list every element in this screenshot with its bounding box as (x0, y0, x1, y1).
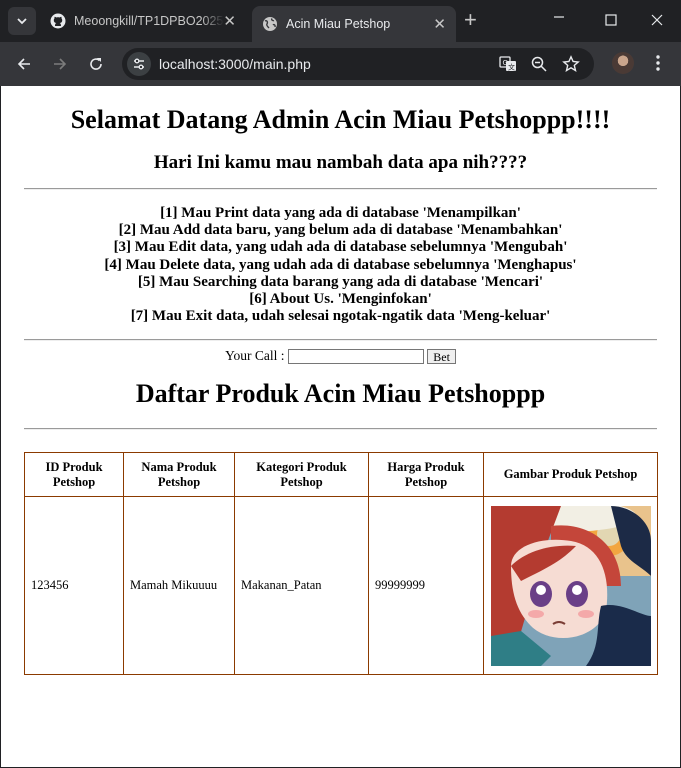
tab-strip: Meoongkill/TP1DPBO2025 ✕ Acin Miau Petsh… (0, 0, 681, 42)
reload-icon[interactable] (84, 52, 108, 76)
menu-item: [1] Mau Print data yang ada di database … (160, 205, 521, 221)
new-tab-button[interactable]: + (464, 9, 477, 31)
window-close-icon[interactable] (651, 13, 663, 31)
divider (24, 339, 657, 341)
menu-list: [1] Mau Print data yang ada di database … (1, 205, 680, 325)
menu-item: [2] Mau Add data baru, yang belum ada di… (118, 222, 563, 239)
back-icon[interactable] (12, 52, 36, 76)
close-tab-icon[interactable]: ✕ (433, 15, 446, 33)
cell-id: 123456 (24, 496, 124, 675)
call-form: Your Call : Bet (1, 348, 680, 365)
url-text: localhost:3000/main.php (159, 56, 311, 72)
product-table: ID Produk Petshop Nama Produk Petshop Ka… (24, 452, 658, 675)
svg-text:文: 文 (508, 63, 515, 72)
menu-item: [7] Mau Exit data, udah selesai ngotak-n… (130, 308, 551, 325)
call-input[interactable] (287, 349, 424, 365)
minimize-icon[interactable] (553, 10, 565, 28)
column-header: Harga Produk Petshop (368, 452, 484, 497)
globe-icon (262, 16, 278, 32)
github-icon (50, 13, 66, 29)
tab-title: Acin Miau Petshop (286, 17, 391, 31)
close-tab-icon[interactable]: ✕ (223, 12, 236, 30)
translate-icon[interactable]: G文 (498, 54, 518, 74)
menu-item: [5] Mau Searching data barang yang ada d… (137, 273, 544, 290)
cell-gambar (483, 496, 658, 675)
page-subtitle: Hari Ini kamu mau nambah data apa nih???… (153, 152, 528, 173)
divider (24, 428, 657, 430)
more-menu-icon[interactable] (650, 53, 666, 73)
cell-harga: 99999999 (368, 496, 484, 675)
tab-title: Meoongkill/TP1DPBO2025 (74, 14, 224, 28)
page-content: Selamat Datang Admin Acin Miau Petshoppp… (1, 86, 680, 767)
column-header: Nama Produk Petshop (123, 452, 235, 497)
call-label: Your Call : (225, 348, 285, 363)
zoom-icon[interactable] (529, 54, 549, 74)
bookmark-star-icon[interactable] (561, 54, 581, 74)
cell-nama: Mamah Mikuuuu (123, 496, 235, 675)
tab-github[interactable]: Meoongkill/TP1DPBO2025 ✕ (42, 6, 246, 36)
profile-avatar[interactable] (612, 52, 634, 74)
maximize-icon[interactable] (605, 13, 617, 31)
menu-item: [4] Mau Delete data, yang udah ada di da… (104, 256, 577, 273)
tab-petshop[interactable]: Acin Miau Petshop ✕ (252, 6, 456, 42)
product-image (490, 505, 651, 666)
bet-button[interactable]: Bet (427, 349, 456, 365)
site-info-icon[interactable] (127, 52, 151, 76)
table-row: 123456 Mamah Mikuuuu Makanan_Patan 99999… (24, 496, 658, 675)
divider (24, 188, 657, 190)
table-header-row: ID Produk Petshop Nama Produk Petshop Ka… (24, 452, 658, 497)
product-list-title: Daftar Produk Acin Miau Petshoppp (135, 379, 546, 408)
column-header: Kategori Produk Petshop (234, 452, 369, 497)
page-title: Selamat Datang Admin Acin Miau Petshoppp… (70, 105, 611, 134)
tab-search-button[interactable] (8, 7, 36, 35)
address-bar[interactable]: localhost:3000/main.php G文 (122, 48, 594, 80)
column-header: ID Produk Petshop (24, 452, 124, 497)
menu-item: [3] Mau Edit data, yang udah ada di data… (113, 239, 568, 256)
column-header: Gambar Produk Petshop (483, 452, 658, 497)
chevron-down-icon (17, 18, 27, 25)
menu-item: [6] About Us. 'Menginfokan' (249, 291, 432, 308)
cell-kategori: Makanan_Patan (234, 496, 369, 675)
browser-toolbar: localhost:3000/main.php G文 (0, 42, 681, 86)
forward-icon[interactable] (48, 52, 72, 76)
